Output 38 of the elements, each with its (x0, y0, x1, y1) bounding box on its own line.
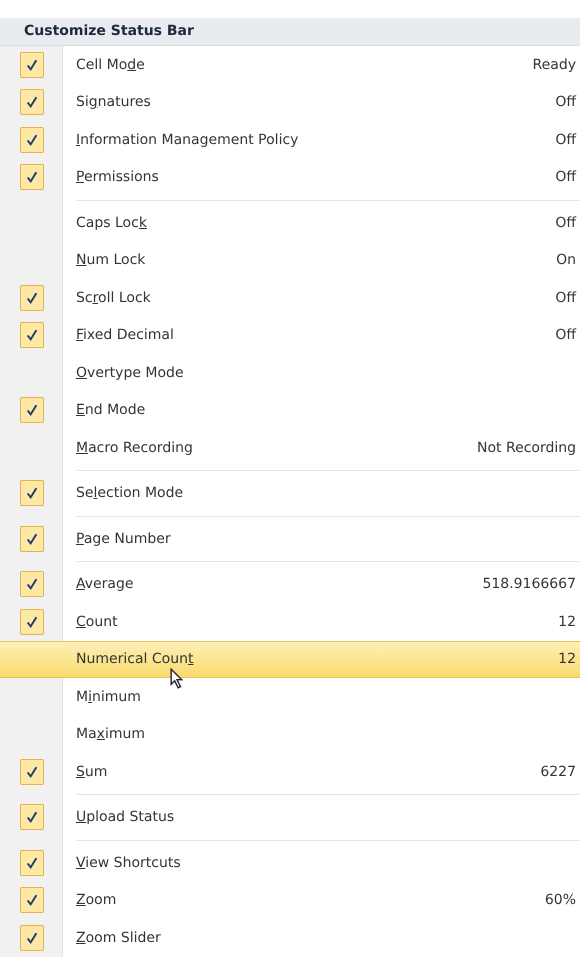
item-value: Off (555, 169, 578, 186)
menu-item[interactable]: Caps Lock Off (0, 204, 580, 242)
menu-item[interactable]: Selection Mode (0, 474, 580, 512)
menu-title: Customize Status Bar (0, 18, 580, 46)
menu-item[interactable]: Maximum (0, 716, 580, 753)
item-value: Ready (532, 56, 577, 73)
menu-item[interactable]: Scroll Lock Off (0, 279, 580, 316)
menu-item[interactable]: Average 518.9166667 (0, 566, 580, 603)
menu-item[interactable]: End Mode (0, 392, 580, 429)
menu-item[interactable]: Fixed Decimal Off (0, 316, 580, 354)
item-value: 60% (544, 892, 577, 908)
item-value: 6227 (540, 764, 577, 780)
menu-item[interactable]: Upload Status (0, 798, 580, 836)
menu-item[interactable]: View Shortcuts (0, 844, 580, 882)
mouse-pointer-icon (170, 668, 184, 688)
item-value: 12 (558, 651, 577, 668)
menu-item[interactable]: Overtype Mode (0, 354, 580, 392)
menu-item[interactable]: Signatures Off (0, 84, 580, 121)
item-value: 518.9166667 (482, 576, 577, 592)
menu-item[interactable]: Num Lock On (0, 242, 580, 279)
item-value: Off (555, 327, 578, 344)
item-value: 12 (558, 614, 577, 630)
item-value: Not Recording (477, 440, 577, 456)
item-value: On (556, 252, 577, 268)
item-value: Off (555, 290, 578, 306)
menu-item[interactable]: Zoom 60% (0, 882, 580, 919)
item-value: Off (555, 214, 578, 231)
item-value: Off (555, 132, 578, 148)
menu-item[interactable]: Zoom Slider (0, 919, 580, 956)
menu-item[interactable]: Page Number (0, 520, 580, 558)
menu-item[interactable]: Macro Recording Not Recording (0, 429, 580, 466)
menu-item[interactable]: Count 12 (0, 603, 580, 640)
menu-item[interactable]: Permissions Off (0, 158, 580, 196)
menu-item[interactable]: Cell Mode Ready (0, 46, 580, 84)
menu-item[interactable]: Information Management Policy Off (0, 121, 580, 158)
item-value: Off (555, 94, 578, 110)
menu-item[interactable]: Sum 6227 (0, 753, 580, 790)
menu-item[interactable]: Minimum (0, 678, 580, 716)
